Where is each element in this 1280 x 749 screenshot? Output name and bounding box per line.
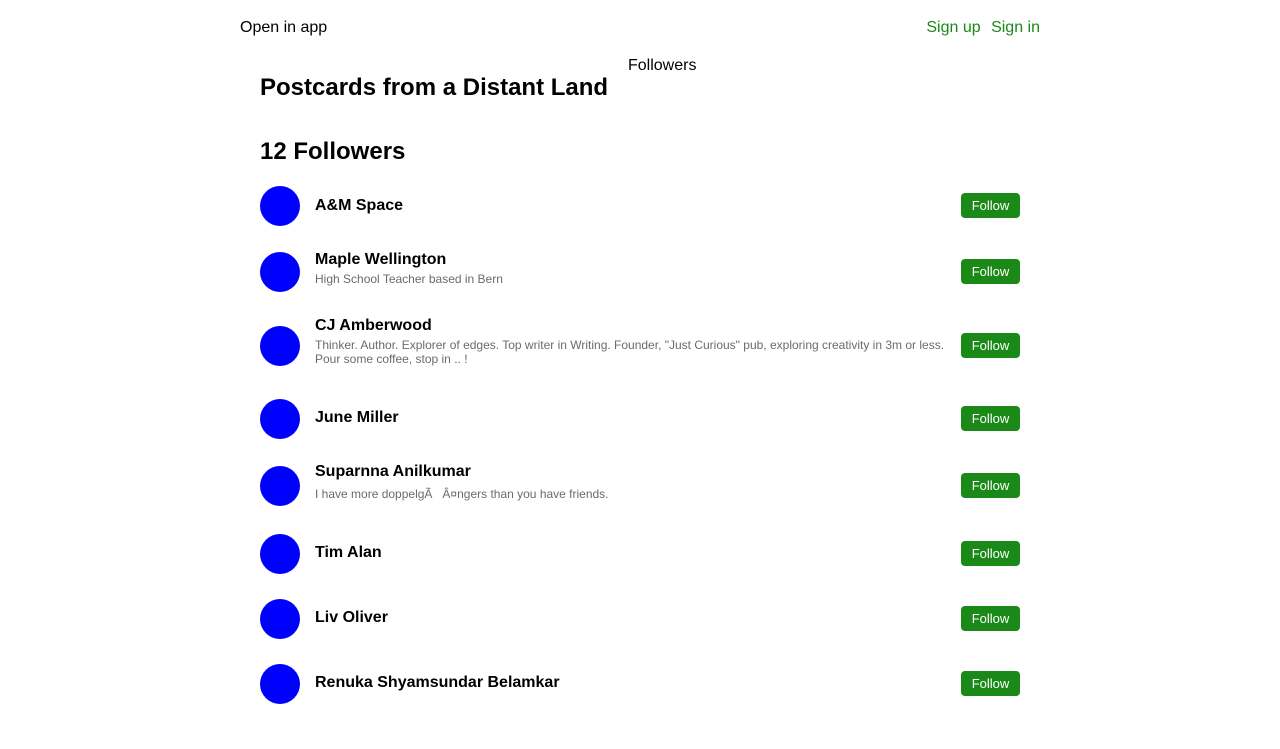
follower-name[interactable]: Tim Alan	[315, 543, 955, 563]
avatar[interactable]	[260, 399, 300, 439]
follower-row: Liv Oliver Follow	[260, 599, 1020, 639]
follower-info: Renuka Shyamsundar Belamkar	[315, 673, 955, 693]
sign-up-link[interactable]: Sign up	[926, 19, 980, 36]
follower-info: June Miller	[315, 408, 955, 428]
avatar[interactable]	[260, 534, 300, 574]
follower-info: Liv Oliver	[315, 608, 955, 628]
follower-row: Tim Alan Follow	[260, 534, 1020, 574]
follower-name[interactable]: CJ Amberwood	[315, 316, 955, 336]
follower-info: Suparnna Anilkumar I have more doppelgÃ …	[315, 462, 955, 501]
follow-button[interactable]: Follow	[961, 333, 1020, 358]
sign-in-link[interactable]: Sign in	[991, 19, 1040, 36]
follow-button[interactable]: Follow	[961, 541, 1020, 566]
follower-bio: I have more doppelgÃ Â¤ngers than you ha…	[315, 487, 609, 501]
follower-bio: High School Teacher based in Bern	[315, 272, 503, 286]
follower-name[interactable]: June Miller	[315, 408, 955, 428]
avatar[interactable]	[260, 599, 300, 639]
follow-button[interactable]: Follow	[961, 473, 1020, 498]
avatar[interactable]	[260, 664, 300, 704]
open-in-app-link[interactable]: Open in app	[240, 18, 327, 38]
follower-name[interactable]: Renuka Shyamsundar Belamkar	[315, 673, 955, 693]
follower-name[interactable]: Liv Oliver	[315, 608, 955, 628]
follower-row: Renuka Shyamsundar Belamkar Follow	[260, 664, 1020, 704]
follower-name[interactable]: Maple Wellington	[315, 250, 955, 270]
follower-row: A&M Space Follow	[260, 186, 1020, 226]
avatar[interactable]	[260, 466, 300, 506]
follow-button[interactable]: Follow	[961, 671, 1020, 696]
follower-info: A&M Space	[315, 196, 955, 216]
follow-button[interactable]: Follow	[961, 259, 1020, 284]
auth-links: Sign up Sign in	[920, 18, 1040, 38]
follower-row: CJ Amberwood Thinker. Author. Explorer o…	[260, 317, 1020, 366]
follower-row: June Miller Follow	[260, 399, 1020, 439]
follower-info: Tim Alan	[315, 543, 955, 563]
follower-name[interactable]: Suparnna Anilkumar	[315, 462, 955, 482]
follow-button[interactable]: Follow	[961, 606, 1020, 631]
follower-info: CJ Amberwood Thinker. Author. Explorer o…	[315, 316, 955, 366]
avatar[interactable]	[260, 252, 300, 292]
follow-button[interactable]: Follow	[961, 193, 1020, 218]
publication-title[interactable]: Postcards from a Distant Land	[260, 72, 608, 104]
follower-row: Maple Wellington High School Teacher bas…	[260, 250, 1020, 292]
follower-info: Maple Wellington High School Teacher bas…	[315, 250, 955, 286]
follower-name[interactable]: A&M Space	[315, 196, 955, 216]
avatar[interactable]	[260, 326, 300, 366]
followers-tab[interactable]: Followers	[628, 56, 696, 76]
followers-count-heading: 12 Followers	[260, 138, 406, 165]
top-bar: Open in app Sign up Sign in	[240, 0, 1040, 56]
follower-row: Suparnna Anilkumar I have more doppelgÃ …	[260, 463, 1020, 506]
follow-button[interactable]: Follow	[961, 406, 1020, 431]
avatar[interactable]	[260, 186, 300, 226]
follower-bio: Thinker. Author. Explorer of edges. Top …	[315, 338, 945, 366]
